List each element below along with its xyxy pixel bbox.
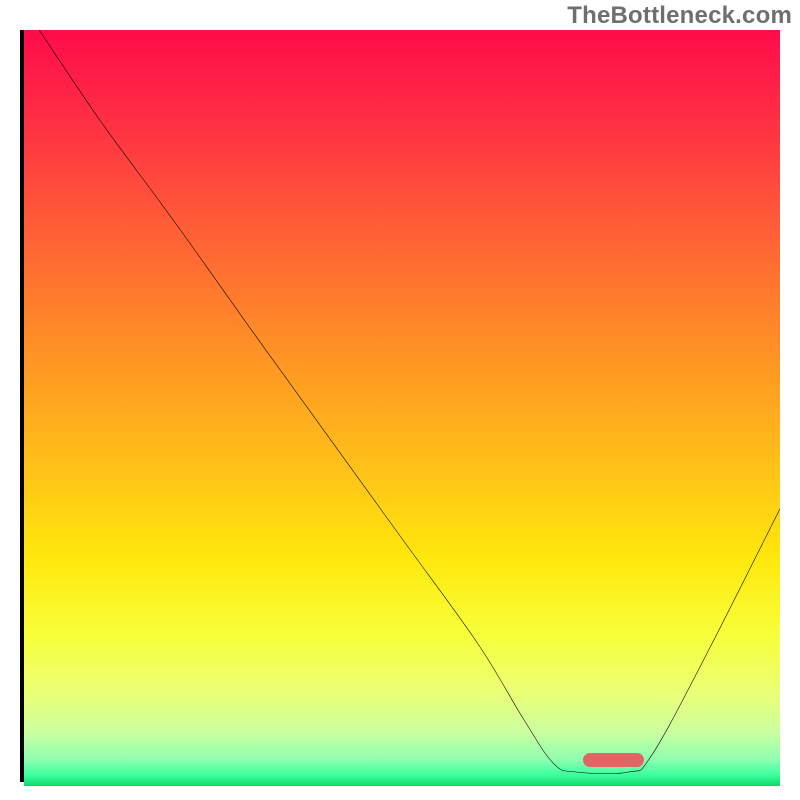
bottleneck-curve <box>24 30 780 778</box>
chart-container: TheBottleneck.com <box>0 0 800 800</box>
watermark-text: TheBottleneck.com <box>567 2 792 30</box>
optimal-zone-marker <box>583 753 643 767</box>
plot-area <box>20 30 780 782</box>
